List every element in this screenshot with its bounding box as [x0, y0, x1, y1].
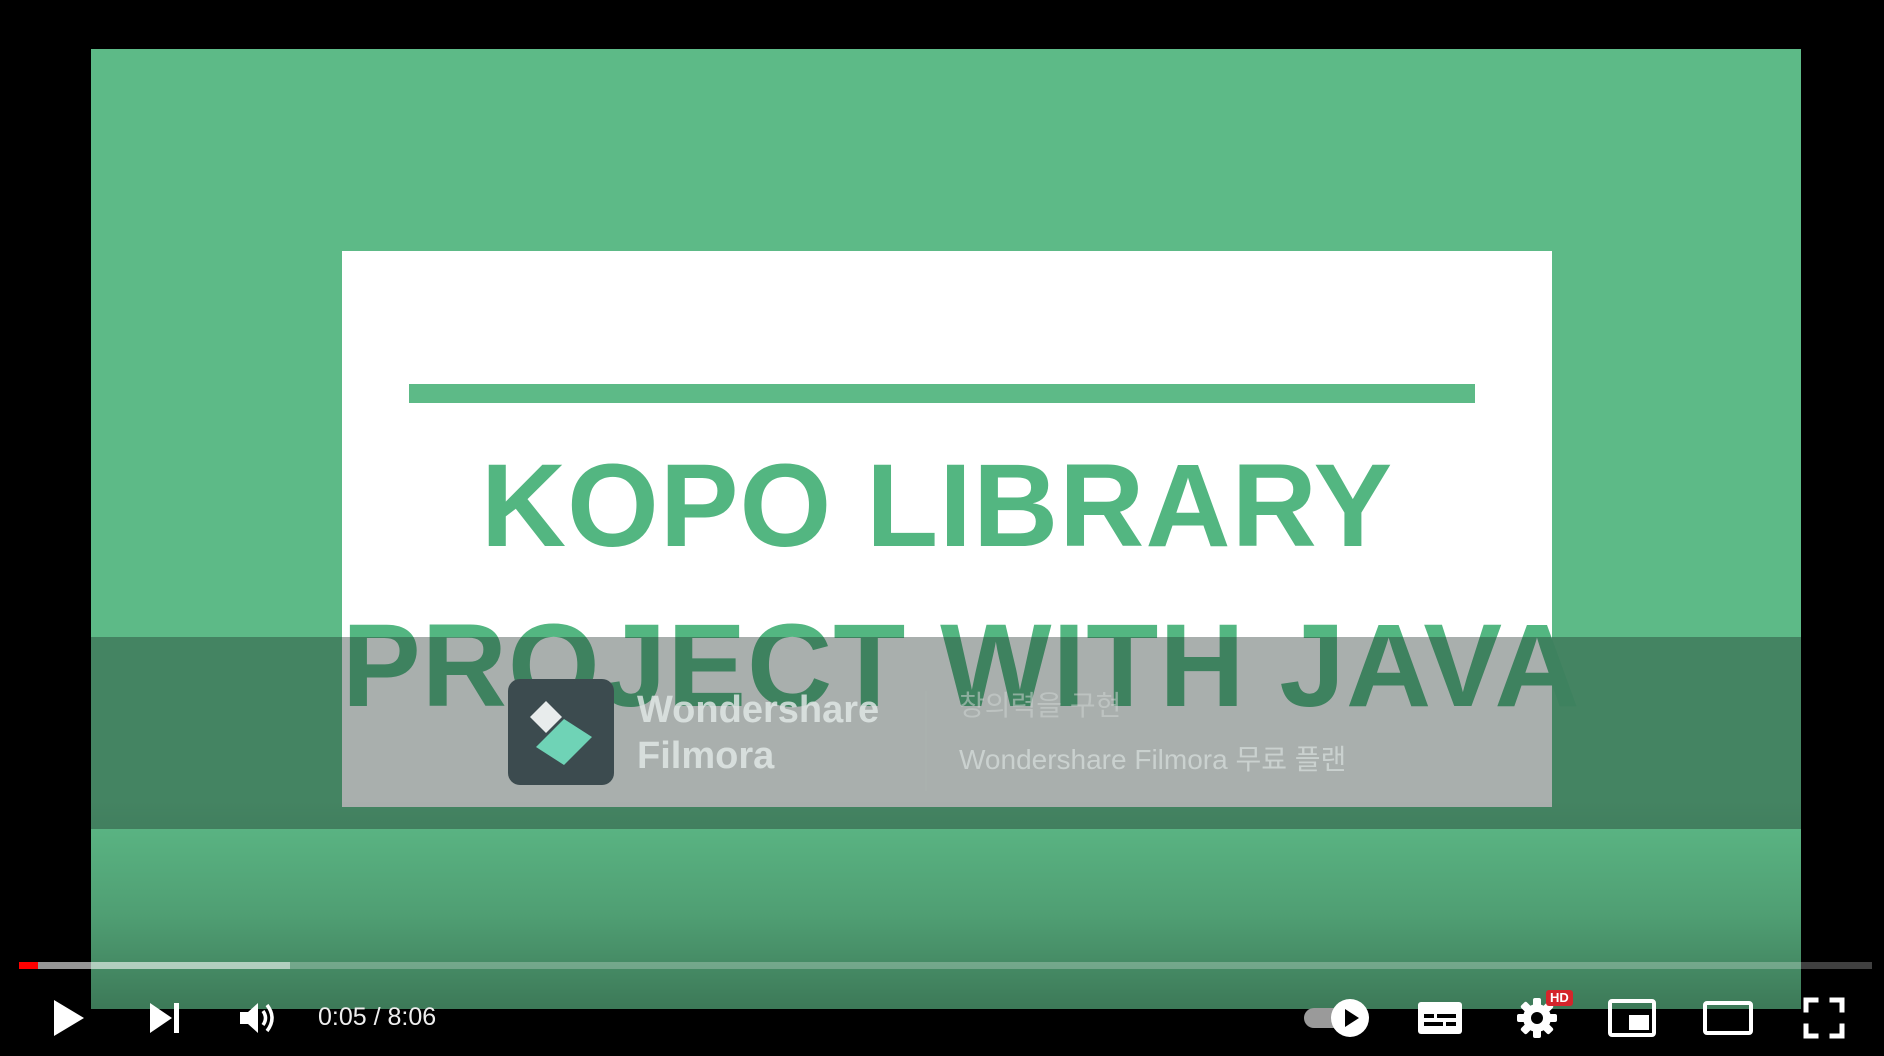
theater-mode-button[interactable] [1698, 992, 1758, 1044]
video-title-line-1: KOPO LIBRARY [480, 440, 1394, 572]
miniplayer-icon [1608, 999, 1656, 1037]
subtitles-button[interactable] [1410, 992, 1470, 1044]
time-display: 0:05 / 8:06 [318, 1001, 436, 1033]
next-icon [150, 1003, 179, 1033]
hd-badge: HD [1546, 990, 1573, 1006]
progress-played [19, 962, 39, 969]
autoplay-toggle[interactable] [1300, 996, 1376, 1040]
play-icon [54, 1000, 84, 1036]
fullscreen-button[interactable] [1793, 990, 1855, 1046]
progress-loaded [19, 962, 290, 969]
fullscreen-icon [1803, 997, 1845, 1039]
volume-icon [240, 1003, 274, 1033]
autoplay-toggle-icon [1304, 999, 1369, 1037]
next-button[interactable] [132, 990, 196, 1046]
filmora-logo-icon [508, 679, 614, 785]
duration: 8:06 [387, 1003, 437, 1031]
filmora-brand: Wondershare Filmora [637, 687, 879, 779]
volume-button[interactable] [226, 990, 290, 1046]
watermark-divider [925, 691, 927, 791]
play-button[interactable] [36, 990, 100, 1046]
theater-mode-icon [1703, 1001, 1753, 1035]
watermark-slogan: 창의력을 구현 [959, 690, 1122, 721]
current-time: 0:05 [318, 1003, 367, 1031]
progress-bar[interactable] [19, 962, 1872, 969]
time-separator: / [366, 1003, 388, 1031]
subtitles-icon [1418, 1002, 1462, 1034]
brand-line-1: Wondershare [637, 689, 880, 731]
title-rule [409, 384, 1475, 403]
brand-line-2: Filmora [637, 735, 775, 777]
video-player[interactable]: KOPO LIBRARY PROJECT WITH JAVA Wondersha… [0, 0, 1884, 1056]
watermark-plan: Wondershare Filmora 무료 플랜 [959, 744, 1347, 775]
miniplayer-button[interactable] [1602, 992, 1662, 1044]
